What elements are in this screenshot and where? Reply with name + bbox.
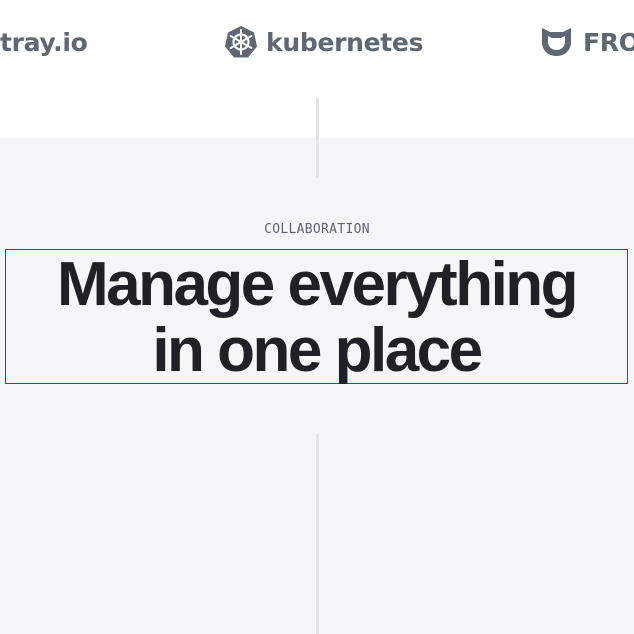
logo-kubernetes-text: kubernetes xyxy=(266,27,424,57)
section-eyebrow: COLLABORATION xyxy=(264,222,370,237)
headline-line-1: Manage everything xyxy=(56,250,579,319)
collaboration-section: COLLABORATION Manage everything in one p… xyxy=(0,98,634,634)
center-divider-bottom xyxy=(316,434,319,634)
logo-tray: tray.io xyxy=(0,26,88,58)
shield-cat-icon xyxy=(542,28,571,56)
headline-line-2: in one place xyxy=(152,316,483,385)
kubernetes-helm-icon xyxy=(225,26,257,58)
logo-fro: FRO xyxy=(540,26,634,58)
logo-fro-text: FRO xyxy=(583,27,634,57)
logo-kubernetes: kubernetes xyxy=(224,26,423,58)
center-divider-top-lower xyxy=(316,98,319,178)
page: tray.io kubernetes FRO COLLABORATION Man… xyxy=(0,0,634,634)
headline-highlight-box: Manage everything in one place xyxy=(5,249,628,384)
section-headline: Manage everything in one place xyxy=(6,250,627,384)
logo-tray-text: tray.io xyxy=(0,27,88,57)
